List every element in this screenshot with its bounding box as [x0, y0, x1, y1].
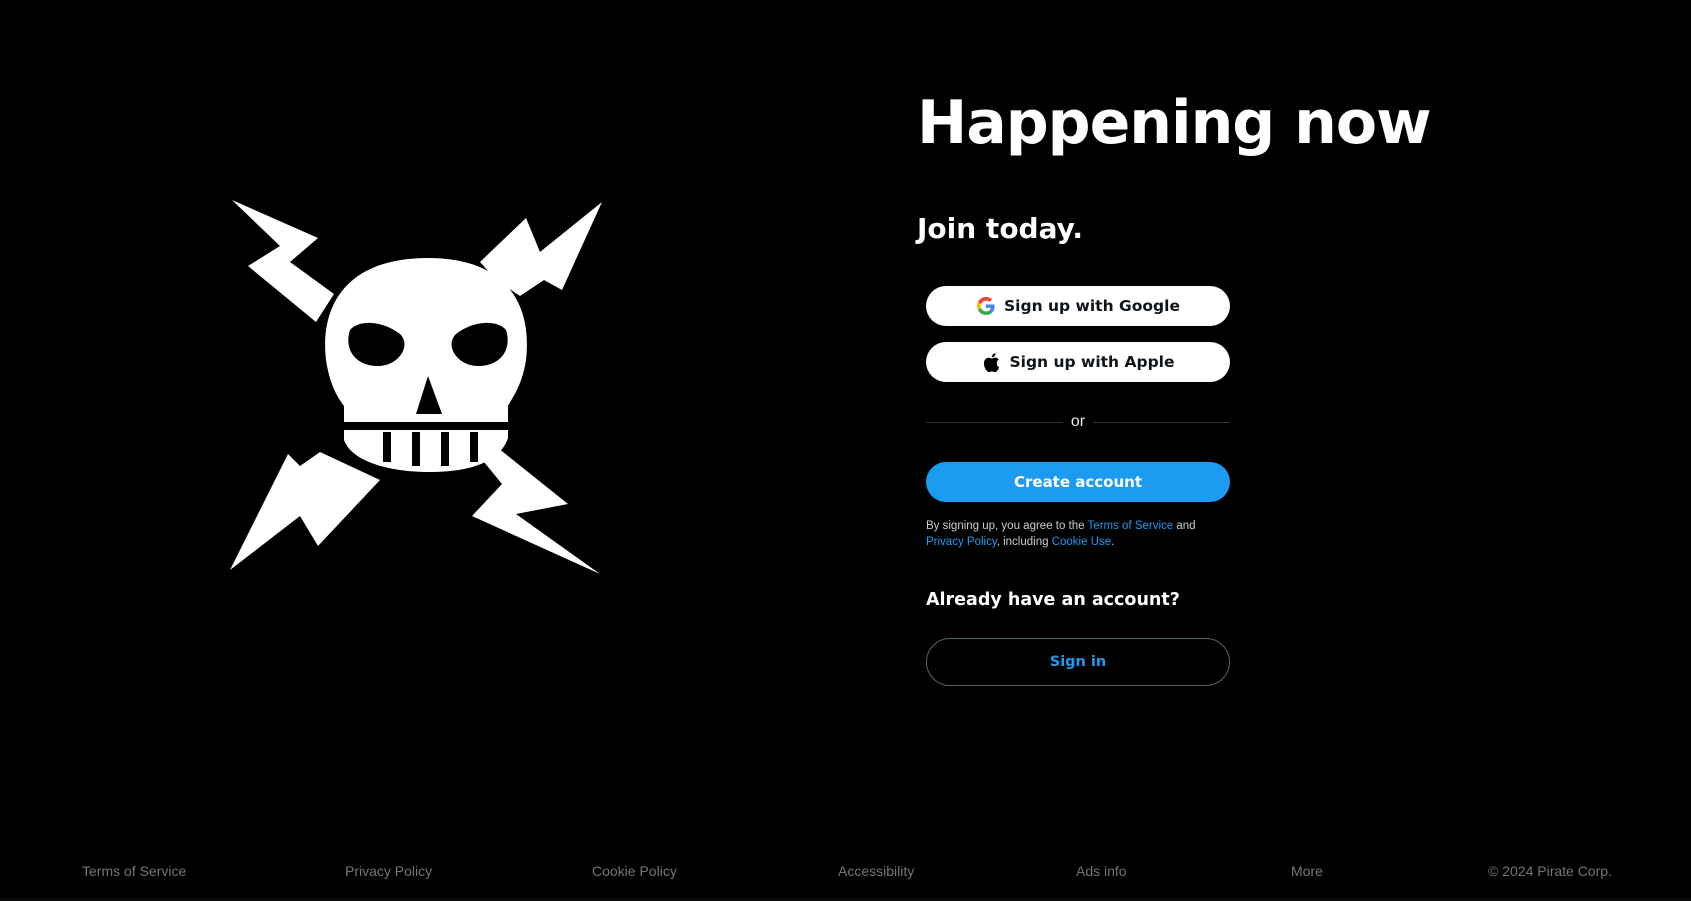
- divider-line-right: [1093, 421, 1231, 423]
- already-have-account-heading: Already have an account?: [926, 590, 1180, 610]
- footer-link-terms[interactable]: Terms of Service: [82, 863, 186, 879]
- skull-lightning-logo-icon: [220, 200, 610, 590]
- signup-google-button[interactable]: Sign up with Google: [926, 286, 1230, 326]
- footer-link-ads-info[interactable]: Ads info: [1076, 863, 1127, 879]
- signup-google-label: Sign up with Google: [1004, 297, 1180, 315]
- terms-prefix: By signing up, you agree to the: [926, 520, 1088, 532]
- apple-icon: [981, 352, 1001, 372]
- terms-notice: By signing up, you agree to the Terms of…: [926, 518, 1246, 550]
- page-headline: Happening now: [917, 88, 1431, 158]
- footer-link-cookie[interactable]: Cookie Policy: [592, 863, 677, 879]
- footer-link-privacy[interactable]: Privacy Policy: [345, 863, 432, 879]
- or-label: or: [1070, 413, 1086, 430]
- privacy-policy-link[interactable]: Privacy Policy: [926, 536, 997, 548]
- signup-apple-button[interactable]: Sign up with Apple: [926, 342, 1230, 382]
- sign-in-button[interactable]: Sign in: [926, 638, 1230, 686]
- or-divider: or: [926, 412, 1231, 432]
- create-account-button[interactable]: Create account: [926, 462, 1230, 502]
- divider-line-left: [926, 421, 1063, 423]
- footer-link-more[interactable]: More: [1291, 863, 1323, 879]
- footer-nav: Terms of Service Privacy Policy Cookie P…: [0, 863, 1691, 883]
- cookie-use-link[interactable]: Cookie Use: [1052, 536, 1111, 548]
- signup-apple-label: Sign up with Apple: [1009, 353, 1175, 371]
- terms-period: .: [1111, 536, 1115, 548]
- terms-including: , including: [996, 536, 1052, 548]
- join-heading: Join today.: [917, 212, 1083, 245]
- google-g-icon: [976, 296, 996, 316]
- terms-and: and: [1173, 520, 1196, 532]
- login-page: Happening now Join today. Sign up with G…: [0, 0, 1691, 901]
- footer-link-accessibility[interactable]: Accessibility: [838, 863, 914, 879]
- footer-copyright: © 2024 Pirate Corp.: [1488, 863, 1612, 879]
- terms-of-service-link[interactable]: Terms of Service: [1088, 520, 1174, 532]
